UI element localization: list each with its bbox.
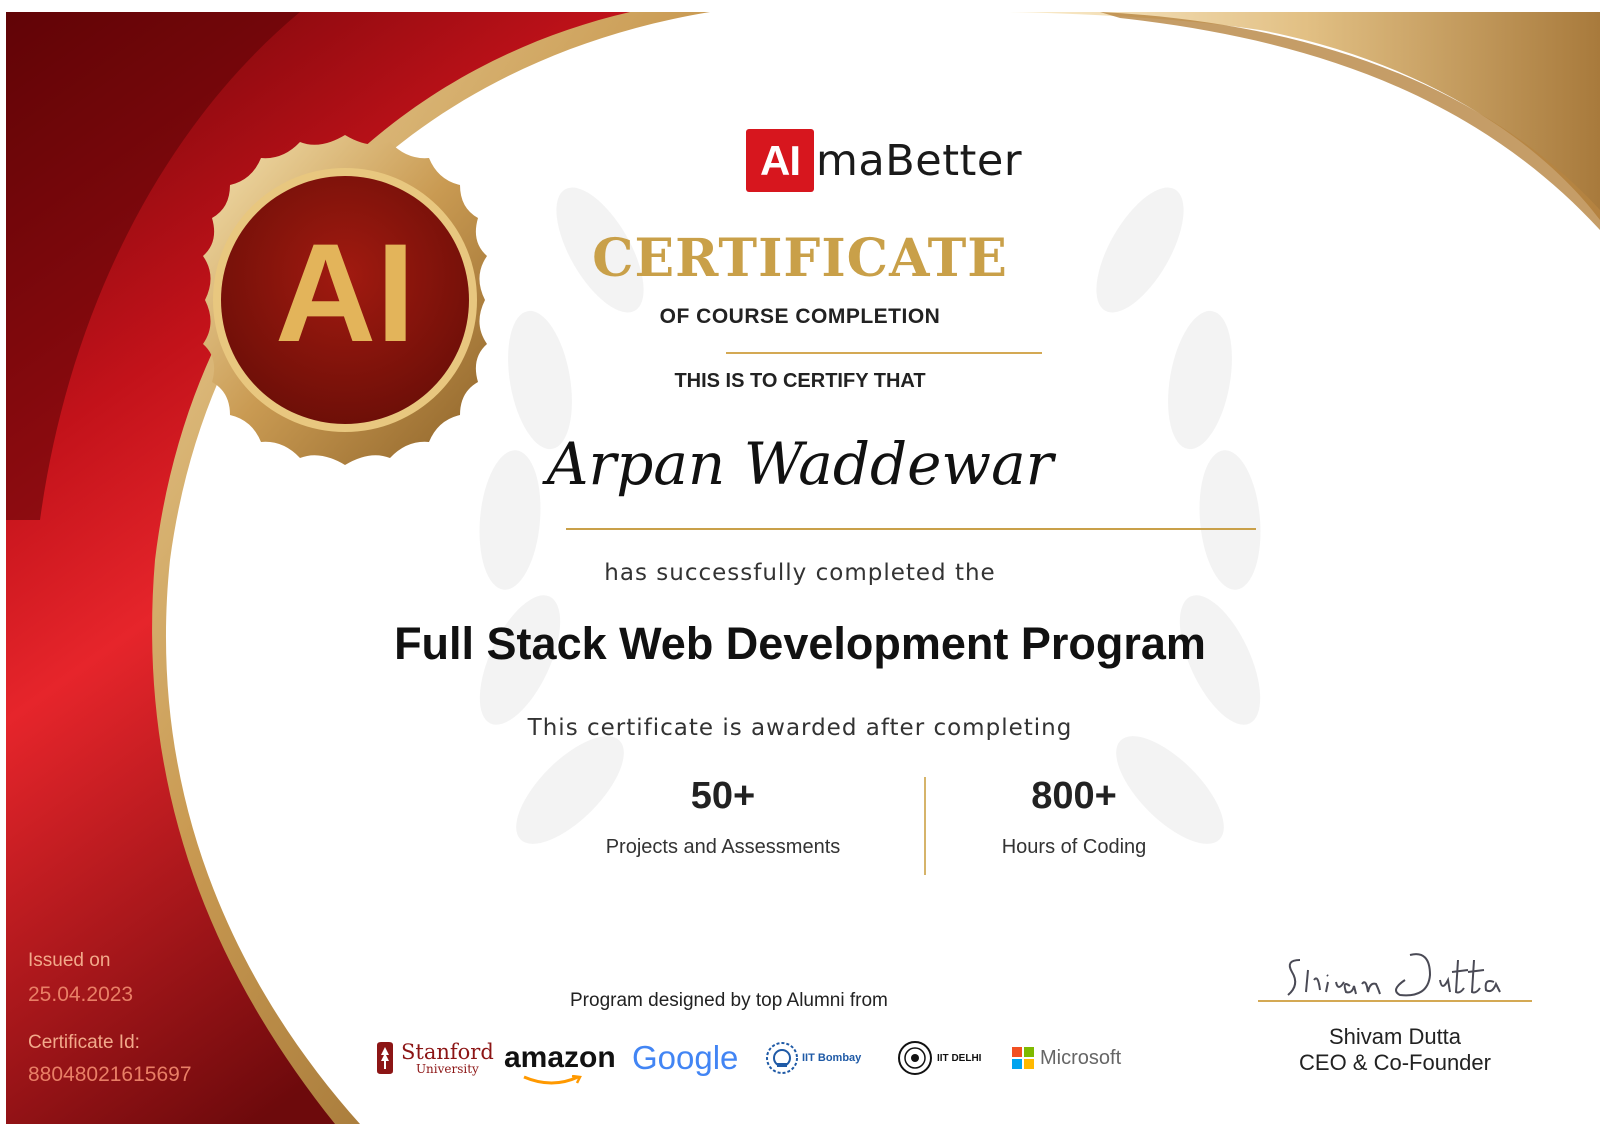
google-logo: Google <box>632 1038 738 1078</box>
logo-wordmark: maBetter <box>816 135 1023 186</box>
microsoft-name: Microsoft <box>1040 1046 1122 1069</box>
certificate-title: CERTIFICATE <box>592 228 1008 289</box>
amazon-logo: amazon <box>504 1038 616 1085</box>
title-divider <box>726 352 1042 354</box>
recipient-name: Arpan Waddewar <box>546 430 1054 498</box>
stanford-sub: University <box>415 1061 479 1076</box>
stat-label: Hours of Coding <box>1001 836 1147 858</box>
awarded-text: This certificate is awarded after comple… <box>527 715 1073 741</box>
amazon-wordmark: amazon <box>504 1041 616 1074</box>
certificate-id: 88048021615697 <box>28 1063 192 1086</box>
microsoft-squares-icon <box>1012 1047 1034 1069</box>
stat-value: 50+ <box>690 775 756 817</box>
stat-label: Projects and Assessments <box>605 836 841 858</box>
stat-hours: 800+ Hours of Coding <box>904 775 1244 859</box>
google-wordmark: Google <box>632 1039 739 1076</box>
amazon-smile-icon <box>523 1075 582 1085</box>
certificate-subtitle: OF COURSE COMPLETION <box>659 305 941 328</box>
issued-label: Issued on <box>28 950 111 971</box>
microsoft-logo: Microsoft <box>1012 1038 1121 1078</box>
iit-delhi-name: IIT DELHI <box>937 1052 982 1064</box>
signature-line <box>1258 1000 1532 1002</box>
recipient-underline <box>566 528 1256 530</box>
certificate-id-label: Certificate Id: <box>28 1032 140 1053</box>
program-name: Full Stack Web Development Program <box>394 618 1206 669</box>
signer-title: CEO & Co-Founder <box>1299 1050 1491 1075</box>
issued-date: 25.04.2023 <box>28 983 134 1006</box>
iit-bombay-logo: IIT Bombay <box>765 1038 861 1078</box>
alumni-text: Program designed by top Alumni from <box>570 990 888 1011</box>
iit-delhi-logo: IIT DELHI <box>897 1038 981 1078</box>
iit-delhi-emblem-icon <box>898 1041 932 1075</box>
almabetter-logo: AI maBetter <box>746 129 1022 192</box>
stanford-tree-icon <box>377 1042 393 1074</box>
certificate-page: AI AI maBetter CERTIFICATE OF COURSE COM… <box>0 0 1600 1132</box>
stanford-logo: Stanford University <box>375 1038 494 1078</box>
logo-box: AI <box>746 129 814 192</box>
stat-value: 800+ <box>1031 775 1117 817</box>
iit-bombay-name: IIT Bombay <box>802 1052 862 1064</box>
certify-intro: THIS IS TO CERTIFY THAT <box>674 370 926 392</box>
signer-name: Shivam Dutta <box>1328 1024 1462 1049</box>
stanford-name: Stanford <box>401 1039 494 1064</box>
completed-text: has successfully completed the <box>604 560 996 586</box>
stat-projects: 50+ Projects and Assessments <box>553 775 893 859</box>
iit-bombay-emblem-icon <box>766 1042 798 1074</box>
